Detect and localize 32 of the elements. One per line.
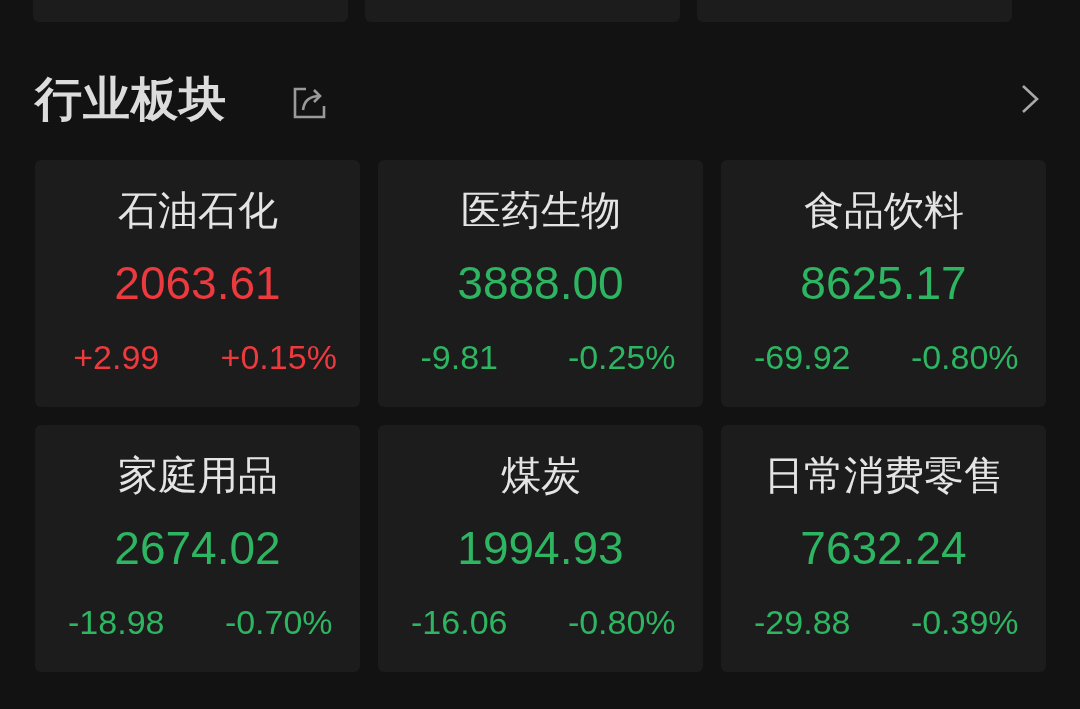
change-value: -18.98 [68,602,165,642]
change-percent: -0.25% [567,337,676,377]
index-value: 2063.61 [114,256,281,311]
sector-card[interactable]: 煤炭 1994.93 -16.06 -0.80% [378,425,703,672]
sector-name: 日常消费零售 [763,452,1004,499]
sector-card[interactable]: 日常消费零售 7632.24 -29.88 -0.39% [721,425,1046,672]
change-value: -69.92 [754,337,851,377]
change-percent: +0.15% [220,337,337,377]
index-value: 3888.00 [457,256,624,311]
change-value: -9.81 [420,337,498,377]
index-value: 7632.24 [800,521,967,576]
change-percent: -0.70% [224,602,333,642]
sector-name: 石油石化 [117,187,278,234]
change-value: +2.99 [73,337,160,377]
sector-card[interactable]: 医药生物 3888.00 -9.81 -0.25% [378,160,703,407]
change-percent: -0.80% [567,602,676,642]
chevron-right-icon[interactable] [1020,84,1040,114]
index-value: 1994.93 [457,521,624,576]
index-value: 2674.02 [114,521,281,576]
change-value: -16.06 [411,602,508,642]
change-percent: -0.39% [910,602,1019,642]
sector-card[interactable]: 家庭用品 2674.02 -18.98 -0.70% [35,425,360,672]
change-percent: -0.80% [910,337,1019,377]
sector-name: 食品饮料 [803,187,964,234]
change-value: -29.88 [754,602,851,642]
sector-card[interactable]: 石油石化 2063.61 +2.99 +0.15% [35,160,360,407]
index-value: 8625.17 [800,256,967,311]
sector-name: 家庭用品 [117,452,278,499]
sector-card[interactable]: 食品饮料 8625.17 -69.92 -0.80% [721,160,1046,407]
section-title: 行业板块 [35,71,227,127]
sector-name: 医药生物 [460,187,621,234]
sector-name: 煤炭 [500,452,581,499]
